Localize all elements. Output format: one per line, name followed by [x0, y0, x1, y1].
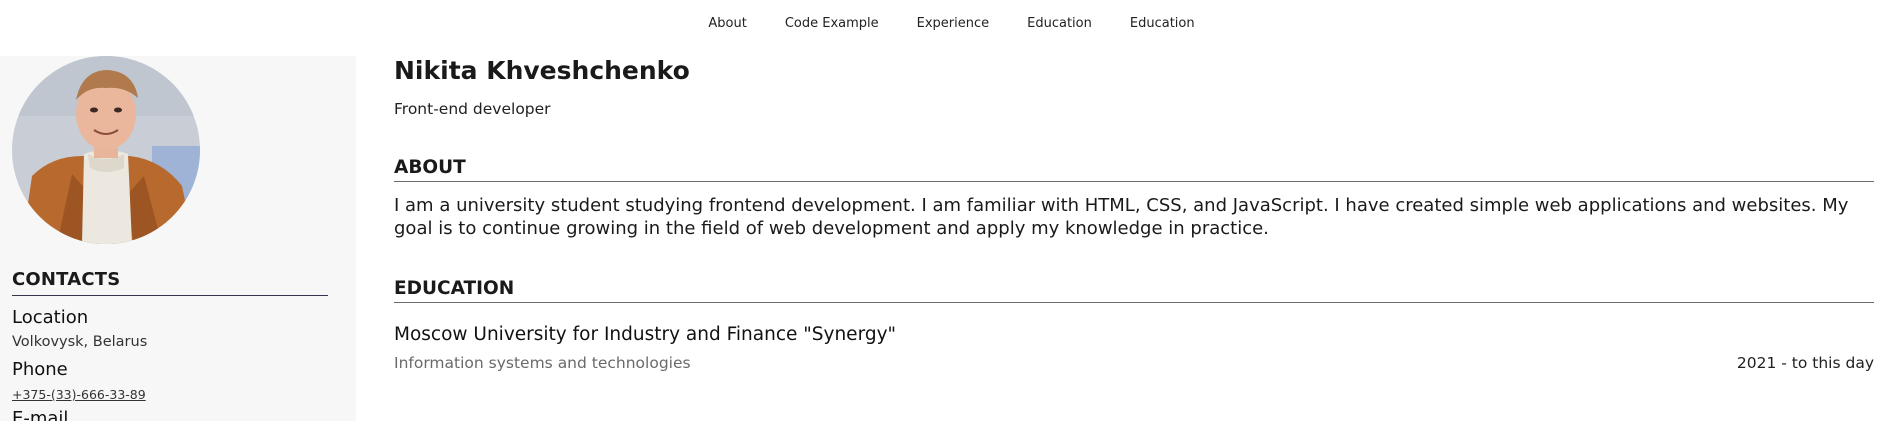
top-navigation: About Code Example Experience Education … — [0, 0, 1903, 46]
location-value: Volkovysk, Belarus — [12, 334, 148, 350]
sidebar: CONTACTS Location Volkovysk, Belarus Pho… — [0, 56, 356, 421]
location-label: Location — [12, 307, 89, 328]
nav-link-education-2[interactable]: Education — [1130, 16, 1195, 31]
education-field: Information systems and technologies — [394, 354, 691, 372]
about-heading: ABOUT — [394, 157, 1874, 182]
nav-link-about[interactable]: About — [708, 16, 746, 31]
email-label: E-mail — [12, 408, 69, 421]
education-heading: EDUCATION — [394, 278, 1874, 303]
phone-label: Phone — [12, 359, 68, 380]
profile-role: Front-end developer — [394, 100, 551, 118]
avatar — [12, 56, 200, 244]
contacts-heading: CONTACTS — [12, 269, 328, 296]
profile-name: Nikita Khveshchenko — [394, 56, 690, 85]
nav-link-experience[interactable]: Experience — [917, 16, 990, 31]
nav-link-code-example[interactable]: Code Example — [785, 16, 879, 31]
education-years: 2021 - to this day — [1736, 354, 1874, 372]
nav-link-education[interactable]: Education — [1027, 16, 1092, 31]
education-school: Moscow University for Industry and Finan… — [394, 324, 897, 345]
about-text: I am a university student studying front… — [394, 195, 1849, 239]
phone-link[interactable]: +375-(33)-666-33-89 — [12, 387, 146, 402]
avatar-photo — [12, 56, 200, 244]
